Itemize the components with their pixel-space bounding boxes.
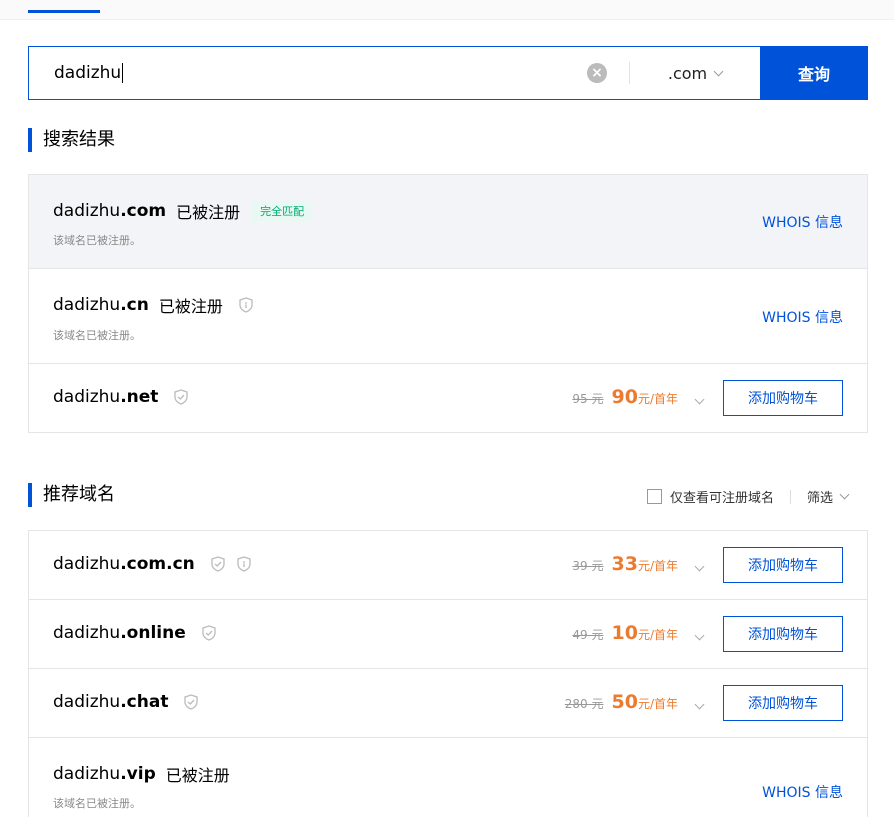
chevron-down-icon[interactable] bbox=[694, 561, 705, 572]
domain-name: dadizhu.online bbox=[53, 623, 216, 643]
search-input[interactable]: dadizhu bbox=[29, 63, 587, 83]
list-item: dadizhu.com 已被注册 完全匹配 该域名已被注册。 WHOIS 信息 bbox=[29, 175, 867, 269]
exact-match-badge: 完全匹配 bbox=[252, 201, 313, 221]
domain-note: 该域名已被注册。 bbox=[53, 797, 141, 810]
status-text: 已被注册 bbox=[165, 766, 230, 785]
active-tab-indicator bbox=[28, 10, 100, 13]
domain-note: 该域名已被注册。 bbox=[53, 329, 141, 342]
add-to-cart-button[interactable]: 添加购物车 bbox=[723, 547, 843, 583]
clear-icon[interactable]: × bbox=[587, 63, 607, 83]
filter-dropdown[interactable]: 筛选 bbox=[807, 487, 833, 506]
available-only-checkbox[interactable] bbox=[646, 489, 662, 504]
whois-link[interactable]: WHOIS 信息 bbox=[762, 307, 843, 327]
shield-check-icon bbox=[202, 625, 216, 641]
domain-note: 该域名已被注册。 bbox=[53, 234, 141, 247]
domain-name: dadizhu.chat bbox=[53, 692, 199, 712]
recommend-section-title: 推荐域名 bbox=[28, 483, 115, 507]
whois-link[interactable]: WHOIS 信息 bbox=[762, 212, 843, 232]
current-price: 10 bbox=[611, 622, 638, 644]
price-unit: 元/首年 bbox=[637, 697, 678, 711]
search-button[interactable]: 查询 bbox=[760, 46, 868, 100]
whois-link[interactable]: WHOIS 信息 bbox=[762, 782, 843, 802]
results-list: dadizhu.com 已被注册 完全匹配 该域名已被注册。 WHOIS 信息 … bbox=[28, 174, 868, 433]
tld-select[interactable]: .com bbox=[630, 64, 760, 83]
shield-info-icon bbox=[239, 297, 253, 313]
price-unit: 元/首年 bbox=[637, 628, 678, 642]
list-item: dadizhu.chat 280 元 50元/首年 添加购物车 bbox=[29, 669, 867, 738]
list-item: dadizhu.vip 已被注册 该域名已被注册。 WHOIS 信息 bbox=[29, 738, 867, 817]
chevron-down-icon bbox=[839, 489, 850, 500]
shield-info-icon bbox=[237, 556, 251, 572]
available-only-label: 仅查看可注册域名 bbox=[669, 491, 774, 506]
add-to-cart-button[interactable]: 添加购物车 bbox=[723, 380, 843, 416]
current-price: 90 bbox=[611, 386, 638, 408]
shield-check-icon bbox=[184, 694, 199, 710]
domain-name: dadizhu.net bbox=[53, 387, 189, 407]
price-unit: 元/首年 bbox=[637, 559, 678, 573]
original-price: 49 元 bbox=[572, 628, 604, 642]
list-item: dadizhu.cn 已被注册 该域名已被注册。 WHOIS 信息 bbox=[29, 269, 867, 364]
domain-name: dadizhu.cn 已被注册 bbox=[53, 293, 253, 317]
chevron-down-icon bbox=[713, 66, 724, 76]
filter-bar: 仅查看可注册域名 筛选 bbox=[646, 487, 850, 506]
domain-name: dadizhu.vip 已被注册 bbox=[53, 764, 230, 785]
domain-name: dadizhu.com 已被注册 完全匹配 bbox=[53, 199, 313, 223]
shield-check-icon bbox=[174, 389, 189, 405]
current-price: 33 bbox=[611, 553, 638, 575]
current-price: 50 bbox=[611, 691, 638, 713]
domain-name: dadizhu.com.cn bbox=[53, 554, 251, 574]
status-text: 已被注册 bbox=[158, 297, 223, 316]
add-to-cart-button[interactable]: 添加购物车 bbox=[723, 616, 843, 652]
list-item: dadizhu.net 95 元 90元/首年 添加购物车 bbox=[29, 364, 867, 432]
list-item: dadizhu.online 49 元 10元/首年 添加购物车 bbox=[29, 600, 867, 669]
divider bbox=[789, 489, 791, 504]
chevron-down-icon[interactable] bbox=[694, 699, 705, 710]
top-tab-bar bbox=[0, 0, 894, 20]
original-price: 95 元 bbox=[572, 392, 604, 406]
original-price: 280 元 bbox=[564, 697, 604, 711]
chevron-down-icon[interactable] bbox=[694, 394, 705, 405]
domain-search-bar: dadizhu × .com 查询 bbox=[28, 46, 868, 100]
price-unit: 元/首年 bbox=[637, 392, 678, 406]
tld-select-value: .com bbox=[667, 63, 708, 83]
price-block: 49 元 10元/首年 bbox=[572, 622, 705, 644]
recommend-list: dadizhu.com.cn 39 元 33元/首年 添加购物车 dadizhu… bbox=[28, 530, 868, 817]
results-section-title: 搜索结果 bbox=[28, 128, 115, 152]
price-block: 280 元 50元/首年 bbox=[564, 691, 705, 713]
price-block: 95 元 90元/首年 bbox=[572, 386, 705, 408]
original-price: 39 元 bbox=[572, 559, 604, 573]
price-block: 39 元 33元/首年 bbox=[572, 553, 705, 575]
list-item: dadizhu.com.cn 39 元 33元/首年 添加购物车 bbox=[29, 531, 867, 600]
shield-check-icon bbox=[211, 556, 225, 572]
chevron-down-icon[interactable] bbox=[694, 630, 705, 641]
status-text: 已被注册 bbox=[176, 203, 241, 222]
add-to-cart-button[interactable]: 添加购物车 bbox=[723, 685, 843, 721]
search-box: dadizhu × .com bbox=[28, 46, 760, 100]
